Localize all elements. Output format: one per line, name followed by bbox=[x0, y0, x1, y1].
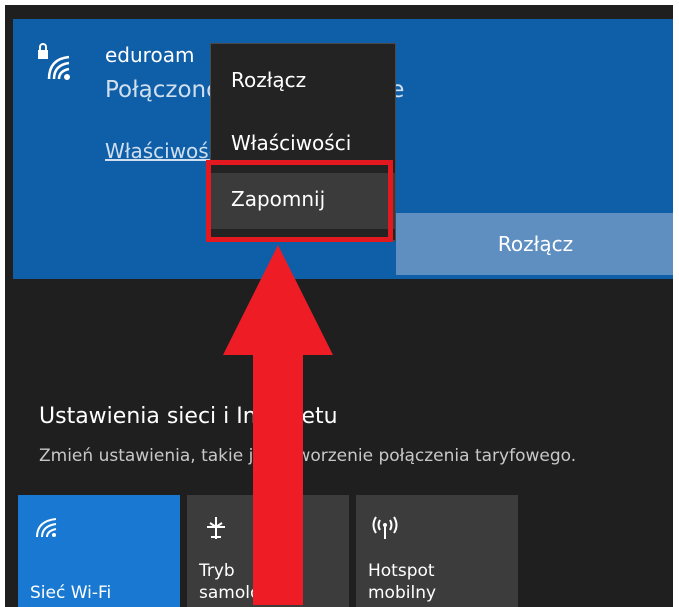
tile-label-line: mobilny bbox=[368, 583, 437, 603]
tile-label: Sieć Wi-Fi bbox=[30, 583, 112, 603]
action-center-panel: eduroam Połączono, zabezpieczone Właściw… bbox=[5, 5, 673, 607]
network-name: eduroam bbox=[105, 43, 195, 67]
menu-item-label: Rozłącz bbox=[231, 68, 307, 92]
secured-wifi-icon bbox=[38, 43, 70, 80]
mobile-hotspot-tile[interactable]: Hotspot mobilny bbox=[356, 495, 518, 607]
menu-item-label: Właściwości bbox=[231, 131, 352, 155]
wifi-icon bbox=[36, 518, 57, 538]
red-arrow-annotation bbox=[223, 245, 333, 605]
tile-label-line: Hotspot bbox=[368, 561, 435, 581]
menu-item-disconnect[interactable]: Rozłącz bbox=[211, 54, 395, 110]
highlight-box bbox=[206, 160, 393, 242]
disconnect-button[interactable]: Rozłącz bbox=[396, 213, 673, 275]
tile-label: Hotspot mobilny bbox=[368, 560, 436, 604]
wifi-tile[interactable]: Sieć Wi-Fi bbox=[18, 495, 180, 607]
hotspot-icon bbox=[372, 516, 398, 539]
